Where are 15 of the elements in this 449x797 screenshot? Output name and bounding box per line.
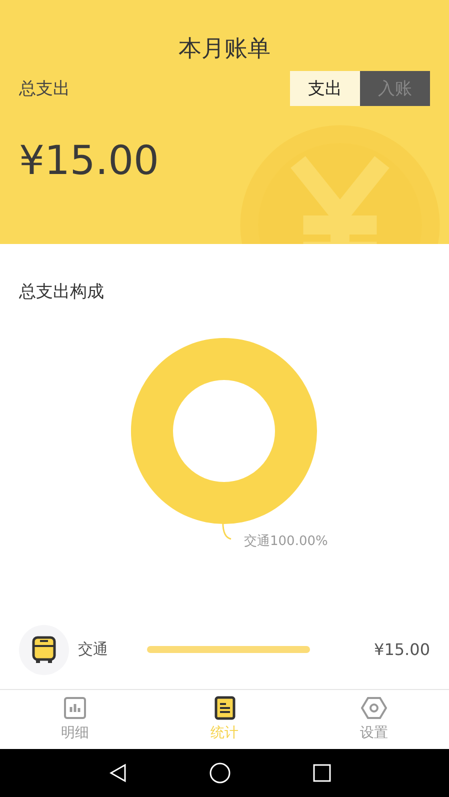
page-title: 本月账单 [178,35,272,64]
bar-chart-icon [62,696,87,720]
chart-label: 交通100.00% [244,532,328,550]
recents-icon[interactable] [312,764,330,782]
bus-icon [32,636,56,664]
total-amount: ¥15.00 [19,138,160,184]
section-title: 总支出构成 [18,280,105,303]
toggle-tab[interactable]: 支出 [290,71,360,106]
document-icon [214,696,236,720]
category-name: 交通 [78,640,109,660]
settings-icon [361,696,388,720]
category-amount: ¥15.00 [374,640,430,660]
back-icon[interactable] [108,763,126,784]
total-label: 总支出 [19,78,70,100]
home-icon[interactable] [208,762,230,784]
